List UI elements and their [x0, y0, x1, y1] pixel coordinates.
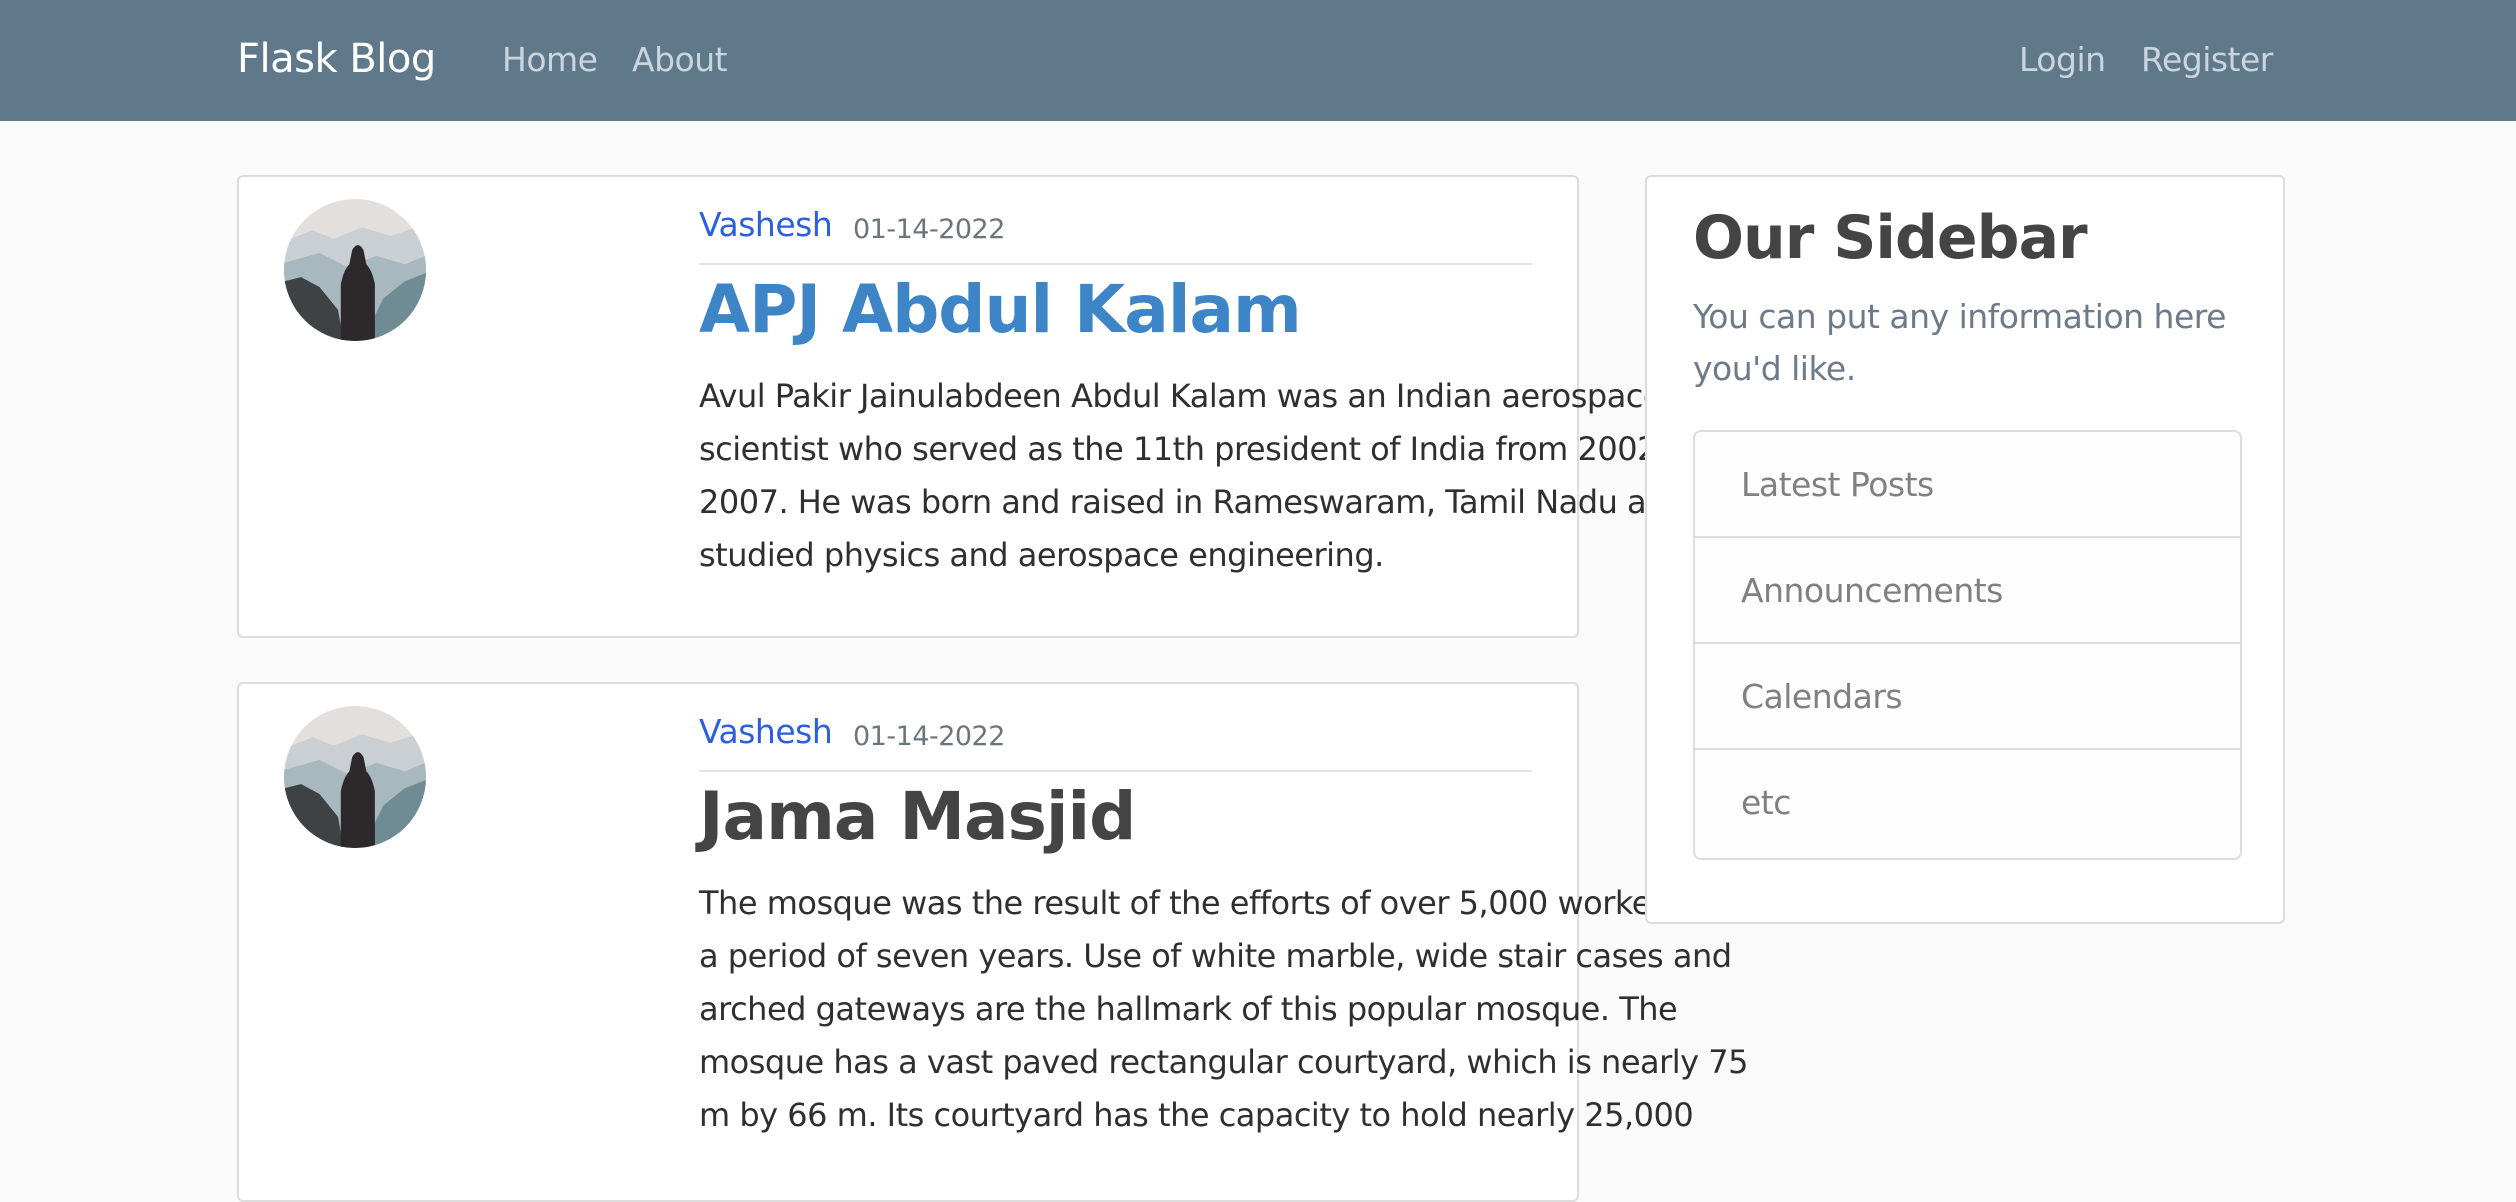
nav-home-link[interactable]: Home: [502, 40, 598, 79]
profile-picture-icon: [284, 199, 426, 341]
post-metadata: Vashesh 01-14-2022: [699, 203, 1532, 265]
author-link[interactable]: Vashesh: [699, 712, 833, 751]
author-avatar: [284, 199, 426, 341]
post-date: 01-14-2022: [853, 721, 1005, 752]
brand-link[interactable]: Flask Blog: [237, 36, 436, 82]
post-title-link[interactable]: APJ Abdul Kalam: [699, 273, 1302, 347]
profile-picture-icon: [284, 706, 426, 848]
sidebar-item-announcements[interactable]: Announcements: [1695, 538, 2240, 644]
sidebar-item-latest-posts[interactable]: Latest Posts: [1695, 432, 2240, 538]
author-avatar: [284, 706, 426, 848]
post-card: Vashesh 01-14-2022 APJ Abdul Kalam Avul …: [237, 175, 1698, 638]
post-title-link[interactable]: Jama Masjid: [699, 780, 1136, 854]
sidebar-title: Our Sidebar: [1693, 203, 2088, 273]
nav-register-link[interactable]: Register: [2141, 40, 2273, 79]
post-card: Vashesh 01-14-2022 Jama Masjid The mosqu…: [237, 682, 1769, 1202]
post-date: 01-14-2022: [853, 214, 1005, 245]
sidebar-description: You can put any information here you'd l…: [1693, 297, 2226, 388]
sidebar-list: Latest Posts Announcements Calendars etc: [1693, 430, 2242, 860]
sidebar: Our Sidebar You can put any information …: [1645, 175, 2285, 924]
sidebar-item-etc[interactable]: etc: [1695, 750, 2240, 858]
post-content: Avul Pakir Jainulabdeen Abdul Kalam was …: [699, 377, 1698, 574]
nav-login-link[interactable]: Login: [2019, 40, 2106, 79]
author-link[interactable]: Vashesh: [699, 205, 833, 244]
post-content: The mosque was the result of the efforts…: [699, 884, 1769, 1134]
sidebar-item-calendars[interactable]: Calendars: [1695, 644, 2240, 750]
top-navbar: Flask Blog Home About Login Register: [0, 0, 2516, 121]
nav-about-link[interactable]: About: [632, 40, 728, 79]
post-metadata: Vashesh 01-14-2022: [699, 710, 1532, 772]
